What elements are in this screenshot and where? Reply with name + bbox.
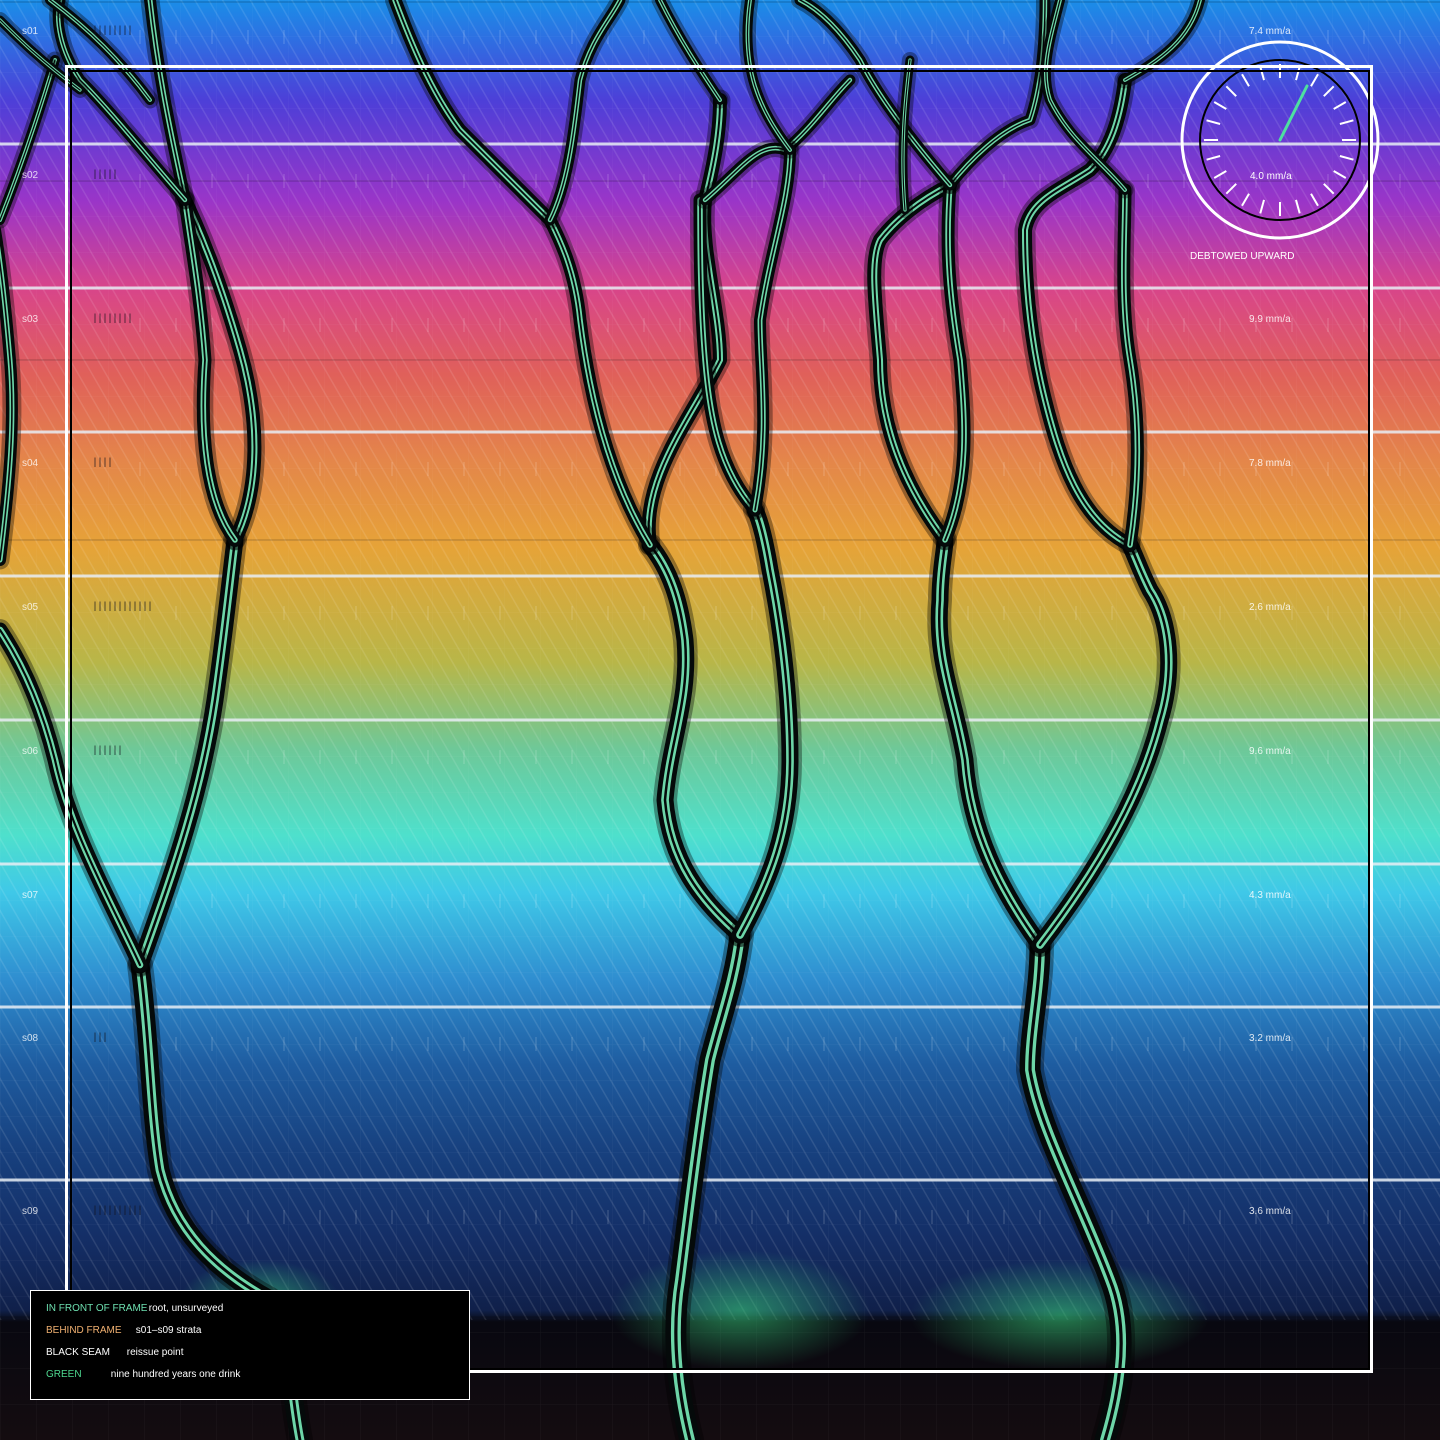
stratum-label: s08 bbox=[22, 1033, 39, 1044]
legend-row-behind: BEHIND FRAME s01–s09 strata bbox=[46, 1325, 201, 1336]
stratum-label: s06 bbox=[22, 746, 39, 757]
stratum-rate: 7.4 mm/a bbox=[1249, 26, 1291, 37]
legend-row-seam: BLACK SEAM reissue point bbox=[46, 1347, 183, 1358]
legend-key: IN FRONT OF FRAME bbox=[46, 1303, 148, 1314]
stratum-label: s04 bbox=[22, 458, 39, 469]
stratum-label: s01 bbox=[22, 26, 39, 37]
stratum-label: s03 bbox=[22, 314, 39, 325]
gauge-value-label: 4.0 mm/a bbox=[1250, 171, 1292, 182]
frame-inner bbox=[70, 70, 1370, 1370]
legend: IN FRONT OF FRAME root, unsurveyed BEHIN… bbox=[30, 1290, 470, 1400]
legend-row-front: IN FRONT OF FRAME root, unsurveyed bbox=[46, 1303, 223, 1314]
legend-desc: reissue point bbox=[126, 1347, 184, 1358]
stratum-label: s07 bbox=[22, 890, 39, 901]
legend-key: GREEN bbox=[46, 1369, 82, 1380]
legend-desc: nine hundred years one drink bbox=[110, 1369, 241, 1380]
legend-row-green: GREEN nine hundred years one drink bbox=[46, 1369, 240, 1380]
legend-desc: root, unsurveyed bbox=[148, 1303, 224, 1314]
legend-desc: s01–s09 strata bbox=[135, 1325, 202, 1336]
legend-key: BEHIND FRAME bbox=[46, 1325, 122, 1336]
stratum-label: s09 bbox=[22, 1206, 39, 1217]
stratum-tally: |||||||| bbox=[92, 26, 133, 37]
stratum-label: s05 bbox=[22, 602, 39, 613]
stratum-label: s02 bbox=[22, 170, 39, 181]
root-survey-canvas: s01 |||||||| 7.4 mm/a s02 ||||| s03 |||||||| 9.… bbox=[0, 0, 1440, 1440]
gauge-caption: DEBTOWED UPWARD bbox=[1190, 251, 1295, 262]
legend-key: BLACK SEAM bbox=[46, 1347, 110, 1358]
